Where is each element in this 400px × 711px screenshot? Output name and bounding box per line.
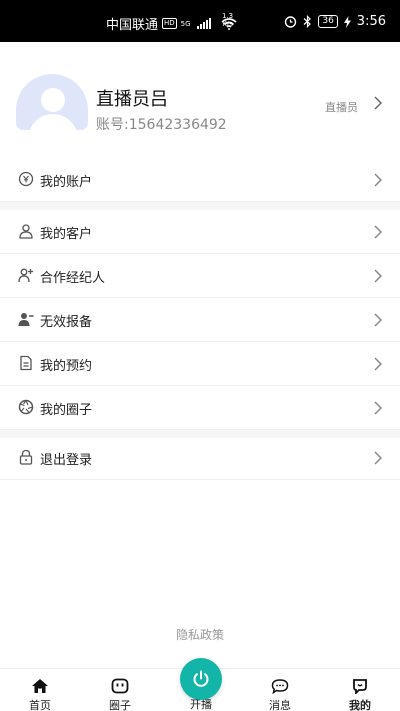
person-remove-icon xyxy=(18,313,34,326)
bluetooth-icon xyxy=(303,15,312,28)
role-label: 直播员 xyxy=(325,101,358,114)
tab-label: 消息 xyxy=(269,699,291,711)
chat-bubble-icon xyxy=(271,679,289,694)
menu-label: 我的客户 xyxy=(40,227,93,242)
carrier-group: 中国联通 HD 5G xyxy=(106,14,237,33)
tab-circle[interactable]: 圈子 xyxy=(90,677,150,711)
menu-label: 合作经纪人 xyxy=(40,271,106,286)
power-icon xyxy=(193,670,209,687)
menu-label: 我的圈子 xyxy=(40,403,93,418)
signal-icon xyxy=(196,18,211,29)
status-bar: 中国联通 HD 5G 1.3 K/s 36 3:56 xyxy=(0,0,400,42)
chevron-right-icon xyxy=(374,173,382,187)
avatar[interactable] xyxy=(16,74,88,130)
speed-value: 1.3 xyxy=(222,12,234,20)
tab-label: 圈子 xyxy=(109,699,131,711)
menu-group-account: 我的账户 xyxy=(0,158,400,202)
network-speed: 1.3 K/s xyxy=(222,12,233,28)
status-right: 36 3:56 xyxy=(284,14,386,29)
speed-unit: K/s xyxy=(222,20,233,28)
carrier-name: 中国联通 xyxy=(106,18,159,33)
menu-label: 退出登录 xyxy=(40,453,93,468)
document-icon xyxy=(20,355,32,371)
tab-label: 我的 xyxy=(349,699,371,711)
hd-badge: HD xyxy=(162,18,177,29)
wallet-icon xyxy=(18,171,34,187)
chevron-right-icon xyxy=(374,313,382,327)
menu-item-invalid-reports[interactable]: 无效报备 xyxy=(0,298,400,342)
network-type: 5G xyxy=(180,19,191,28)
menu-item-my-customers[interactable]: 我的客户 xyxy=(0,210,400,254)
privacy-policy-link[interactable]: 隐私政策 xyxy=(0,626,400,643)
menu-item-logout[interactable]: 退出登录 xyxy=(0,436,400,480)
menu-label: 我的预约 xyxy=(40,359,93,374)
menu-group-logout: 退出登录 xyxy=(0,436,400,480)
user-name: 直播员吕 xyxy=(96,89,168,110)
chevron-right-icon xyxy=(374,451,382,465)
chevron-right-icon xyxy=(374,269,382,283)
alarm-icon xyxy=(285,16,297,28)
menu-group-main: 我的客户 合作经纪人 无效报备 我的预约 我的圈子 xyxy=(0,210,400,430)
menu-item-my-account[interactable]: 我的账户 xyxy=(0,158,400,202)
menu-label: 无效报备 xyxy=(40,315,93,330)
lock-icon xyxy=(19,449,33,465)
chevron-right-icon xyxy=(374,357,382,371)
profile-header[interactable]: 直播员吕 账号:15642336492 直播员 xyxy=(0,42,400,154)
account-number: 账号:15642336492 xyxy=(96,117,227,133)
person-add-icon xyxy=(18,268,33,283)
chevron-right-icon xyxy=(374,401,382,415)
chevron-right-icon[interactable] xyxy=(374,96,382,110)
person-icon xyxy=(19,224,33,239)
menu-item-partner-agents[interactable]: 合作经纪人 xyxy=(0,254,400,298)
tab-messages[interactable]: 消息 xyxy=(250,677,310,711)
menu-label: 我的账户 xyxy=(40,175,93,190)
home-icon xyxy=(32,679,48,693)
battery-level: 36 xyxy=(318,15,338,28)
tab-label: 首页 xyxy=(29,699,51,711)
tab-mine[interactable]: 我的 xyxy=(330,677,390,711)
tab-home[interactable]: 首页 xyxy=(10,677,70,711)
menu-item-my-circle[interactable]: 我的圈子 xyxy=(0,386,400,430)
clock-time: 3:56 xyxy=(356,14,386,29)
section-divider xyxy=(0,202,400,210)
go-live-button[interactable] xyxy=(180,658,222,700)
menu-item-my-appointments[interactable]: 我的预约 xyxy=(0,342,400,386)
profile-face-icon xyxy=(353,679,367,694)
charging-icon xyxy=(343,15,351,28)
aperture-icon xyxy=(18,399,34,415)
circle-face-icon xyxy=(111,678,129,694)
chevron-right-icon xyxy=(374,225,382,239)
